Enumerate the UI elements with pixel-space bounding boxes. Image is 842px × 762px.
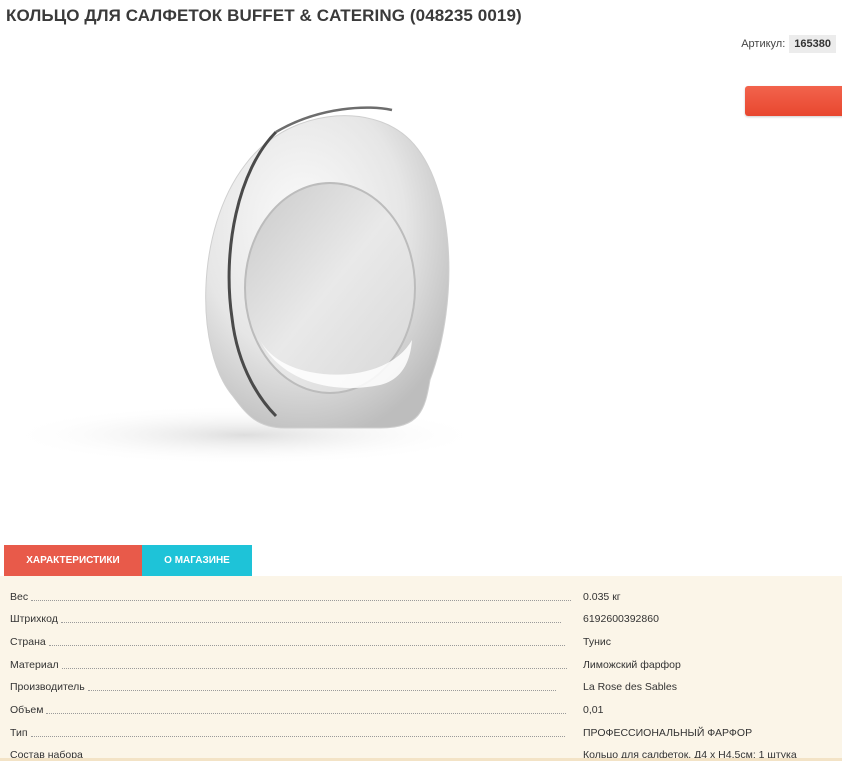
sku-label: Артикул: (741, 38, 786, 50)
spec-label: Тип (10, 727, 28, 739)
tab-characteristics[interactable]: ХАРАКТЕРИСТИКИ (4, 545, 142, 576)
spec-value: 6192600392860 (583, 613, 659, 625)
spec-label: Штрихкод (10, 613, 58, 625)
tab-about-store[interactable]: О МАГАЗИНЕ (142, 545, 252, 576)
spec-row-type: Тип ПРОФЕССИОНАЛЬНЫЙ ФАРФОР (10, 718, 840, 740)
spec-row-country: Страна Тунис (10, 627, 840, 649)
sku-value: 165380 (789, 35, 836, 53)
spec-leader (48, 644, 565, 646)
spec-row-manufacturer: Производитель La Rose des Sables (10, 672, 840, 694)
tab-bar: ХАРАКТЕРИСТИКИ О МАГАЗИНЕ (4, 545, 252, 576)
spec-value: ПРОФЕССИОНАЛЬНЫЙ ФАРФОР (583, 727, 753, 739)
spec-row-barcode: Штрихкод 6192600392860 (10, 604, 840, 626)
spec-leader (30, 735, 565, 737)
spec-leader (61, 667, 567, 669)
spec-leader (60, 621, 561, 623)
buy-button[interactable] (745, 86, 842, 116)
product-image (5, 106, 485, 465)
spec-value: Тунис (583, 636, 611, 648)
spec-label: Вес (10, 591, 29, 603)
spec-value: 0,01 (583, 704, 604, 716)
spec-leader (46, 712, 567, 714)
spec-row-material: Материал Лиможский фарфор (10, 650, 840, 672)
spec-label: Материал (10, 659, 59, 671)
spec-value: Лиможский фарфор (583, 659, 681, 671)
spec-leader (31, 599, 572, 601)
specs-table: Вес 0.035 кг Штрихкод 6192600392860 Стра… (0, 576, 842, 761)
sku-block: Артикул: 165380 (741, 35, 836, 53)
spec-leader (87, 689, 556, 691)
spec-label: Объем (10, 704, 44, 716)
spec-value: La Rose des Sables (583, 681, 677, 693)
spec-row-volume: Объем 0,01 (10, 695, 840, 717)
spec-label: Страна (10, 636, 46, 648)
spec-value: 0.035 кг (583, 591, 621, 603)
spec-row-weight: Вес 0.035 кг (10, 582, 840, 604)
page-title: КОЛЬЦО ДЛЯ САЛФЕТОК BUFFET & CATERING (0… (6, 6, 522, 25)
spec-label: Производитель (10, 681, 85, 693)
